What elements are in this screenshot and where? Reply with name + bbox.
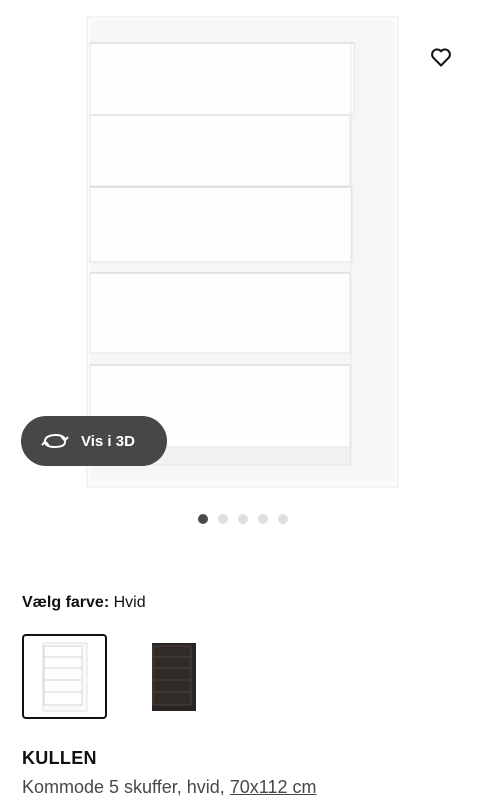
dimensions-link[interactable]: 70x112 cm <box>230 777 317 797</box>
product-description: Kommode 5 skuffer, hvid, 70x112 cm <box>22 777 317 798</box>
product-image-gallery[interactable]: Vis i 3D <box>0 0 480 500</box>
rotate-3d-icon <box>41 433 69 449</box>
color-swatch-black-brown[interactable] <box>131 634 216 719</box>
color-label: Vælg farve: <box>22 594 110 611</box>
color-swatch-white[interactable] <box>22 634 107 719</box>
color-swatches <box>22 634 216 719</box>
carousel-dot-1[interactable] <box>198 514 208 524</box>
view-in-3d-button[interactable]: Vis i 3D <box>21 416 167 466</box>
favorite-button[interactable] <box>424 40 458 74</box>
carousel-dot-3[interactable] <box>238 514 248 524</box>
view-in-3d-label: Vis i 3D <box>81 432 135 450</box>
heart-icon <box>431 48 451 67</box>
product-description-text: Kommode 5 skuffer, hvid, <box>22 777 230 797</box>
carousel-dot-5[interactable] <box>278 514 288 524</box>
color-selector-title: Vælg farve: Hvid <box>22 594 146 612</box>
carousel-dot-4[interactable] <box>258 514 268 524</box>
selected-color-value: Hvid <box>113 594 146 611</box>
carousel-dot-2[interactable] <box>218 514 228 524</box>
white-dresser-thumbnail <box>42 642 87 711</box>
image-carousel-indicator <box>198 514 288 524</box>
product-name: KULLEN <box>22 748 97 768</box>
black-brown-dresser-thumbnail <box>151 642 196 711</box>
